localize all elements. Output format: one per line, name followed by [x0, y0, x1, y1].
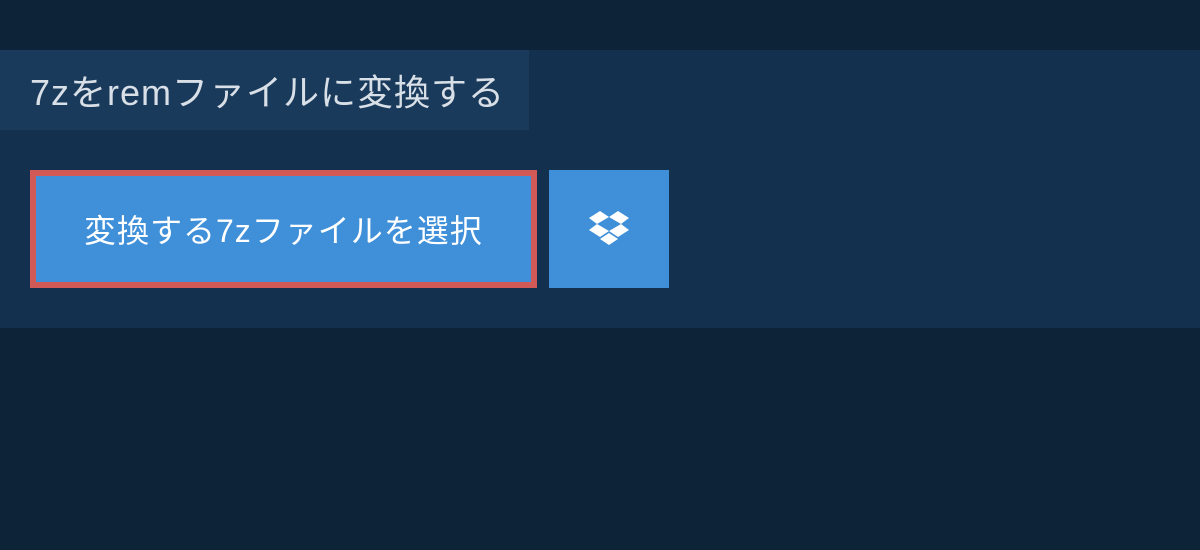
- dropbox-button[interactable]: [549, 170, 669, 288]
- dropbox-icon: [589, 211, 629, 247]
- select-file-button[interactable]: 変換する7zファイルを選択: [30, 170, 537, 288]
- page-title: 7zをremファイルに変換する: [30, 64, 505, 116]
- button-row: 変換する7zファイルを選択: [30, 170, 1200, 288]
- conversion-panel: 7zをremファイルに変換する 変換する7zファイルを選択: [0, 50, 1200, 328]
- heading-wrap: 7zをremファイルに変換する: [0, 50, 529, 130]
